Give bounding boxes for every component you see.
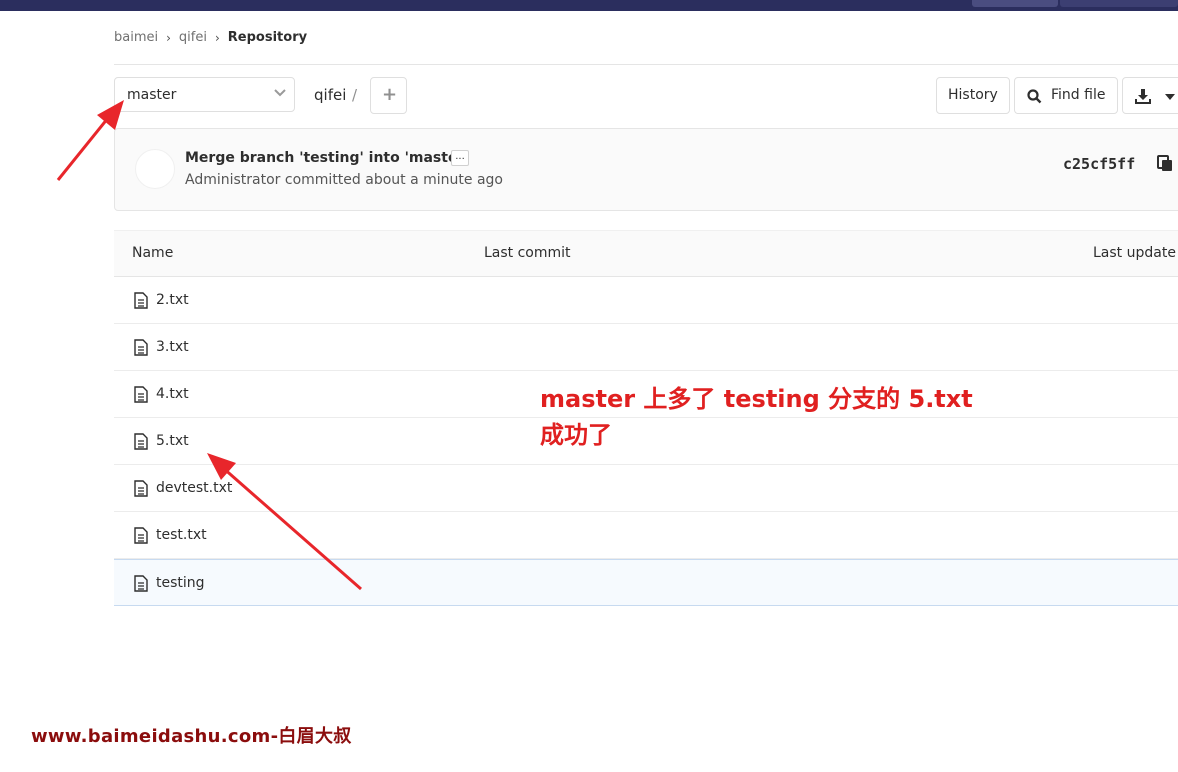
search-icon (1027, 89, 1042, 104)
file-table-header: Name Last commit Last update (114, 230, 1178, 277)
navbar-button[interactable] (972, 0, 1058, 7)
commit-sha[interactable]: c25cf5ff (1063, 155, 1135, 173)
watermark-text: www.baimeidashu.com-白眉大叔 (31, 726, 352, 747)
expand-commit-button[interactable]: ... (451, 150, 469, 166)
file-icon (134, 527, 148, 548)
file-name-link[interactable]: 4.txt (156, 386, 189, 402)
find-file-label: Find file (1051, 87, 1106, 103)
path-separator: / (352, 86, 358, 104)
arrow-icon (56, 117, 110, 181)
file-icon (134, 575, 148, 596)
chevron-right-icon: › (166, 30, 171, 45)
divider (114, 64, 1178, 65)
history-button[interactable]: History (936, 77, 1010, 114)
table-row[interactable]: test.txt (114, 512, 1178, 559)
file-icon (134, 480, 148, 501)
annotation-line: master 上多了 testing 分支的 5.txt (540, 385, 973, 413)
commit-title-link[interactable]: Merge branch 'testing' into 'master' (185, 150, 469, 166)
file-icon (134, 292, 148, 313)
file-name-link[interactable]: 5.txt (156, 433, 189, 449)
avatar[interactable] (135, 149, 175, 189)
copy-icon[interactable] (1157, 155, 1173, 172)
download-icon (1135, 89, 1151, 104)
breadcrumb-link-baimei[interactable]: baimei (114, 30, 158, 45)
table-row[interactable]: devtest.txt (114, 465, 1178, 512)
navbar-button[interactable] (1060, 0, 1178, 7)
breadcrumb: baimei › qifei › Repository (114, 30, 307, 45)
top-navbar (0, 0, 1178, 11)
file-name-link[interactable]: test.txt (156, 527, 207, 543)
annotation-line: 成功了 (540, 421, 612, 449)
history-label: History (948, 87, 998, 103)
chevron-right-icon: › (214, 30, 220, 45)
last-commit-panel: Merge branch 'testing' into 'master' ...… (114, 128, 1178, 211)
table-row[interactable]: 3.txt (114, 324, 1178, 371)
file-name-link[interactable]: testing (156, 575, 205, 591)
chevron-down-icon (274, 89, 286, 97)
commit-meta: Administrator committed about a minute a… (185, 172, 503, 188)
plus-icon: + (382, 84, 398, 105)
file-name-link[interactable]: 3.txt (156, 339, 189, 355)
column-header-name: Name (132, 245, 174, 261)
branch-dropdown[interactable]: master (114, 77, 295, 112)
file-icon (134, 339, 148, 360)
file-icon (134, 433, 148, 454)
path-root-link[interactable]: qifei (314, 86, 346, 104)
column-header-last-commit: Last commit (484, 245, 571, 261)
branch-selected-label: master (127, 87, 177, 103)
caret-down-icon (1165, 94, 1175, 100)
add-to-tree-button[interactable]: + (370, 77, 407, 114)
table-row[interactable]: 2.txt (114, 277, 1178, 324)
table-row[interactable]: testing (114, 559, 1178, 606)
file-name-link[interactable]: 2.txt (156, 292, 189, 308)
breadcrumb-current[interactable]: Repository (228, 30, 307, 45)
download-button[interactable] (1122, 77, 1178, 114)
breadcrumb-link-qifei[interactable]: qifei (179, 30, 207, 45)
file-name-link[interactable]: devtest.txt (156, 480, 232, 496)
file-icon (134, 386, 148, 407)
find-file-button[interactable]: Find file (1014, 77, 1118, 114)
column-header-last-update: Last update (1093, 245, 1176, 261)
annotation-text: master 上多了 testing 分支的 5.txt 成功了 (540, 381, 973, 453)
